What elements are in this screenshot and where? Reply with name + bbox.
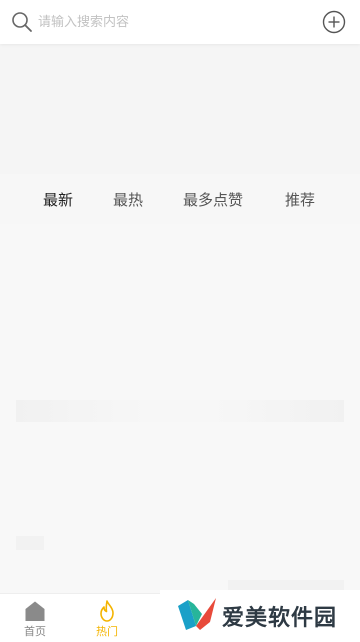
sort-tabs: 最新 最热 最多点赞 推荐: [0, 184, 360, 216]
watermark-logo-icon: [176, 596, 218, 632]
list-item-placeholder: [16, 400, 344, 422]
search-input[interactable]: [38, 10, 308, 34]
search-icon[interactable]: [11, 11, 33, 33]
list-item-placeholder: [16, 536, 44, 550]
tab-hot[interactable]: 最热: [113, 189, 143, 210]
nav-item-hot[interactable]: 热门: [84, 597, 130, 641]
tab-recommend[interactable]: 推荐: [285, 189, 315, 210]
nav-label-home: 首页: [24, 625, 46, 638]
tab-most-liked[interactable]: 最多点赞: [183, 189, 243, 210]
app-screen: 最新 最热 最多点赞 推荐 首页 热门: [0, 0, 360, 642]
nav-label-hot: 热门: [96, 625, 118, 638]
banner-area[interactable]: [0, 44, 360, 174]
content-list: [0, 224, 360, 594]
search-bar: [0, 0, 360, 44]
watermark-text: 爱美软件园: [222, 606, 338, 631]
plus-circle-icon[interactable]: [322, 10, 346, 34]
nav-item-home[interactable]: 首页: [12, 597, 58, 641]
home-icon: [24, 600, 46, 622]
watermark: 爱美软件园: [160, 590, 360, 642]
tab-latest[interactable]: 最新: [43, 189, 73, 210]
flame-icon: [96, 600, 118, 622]
